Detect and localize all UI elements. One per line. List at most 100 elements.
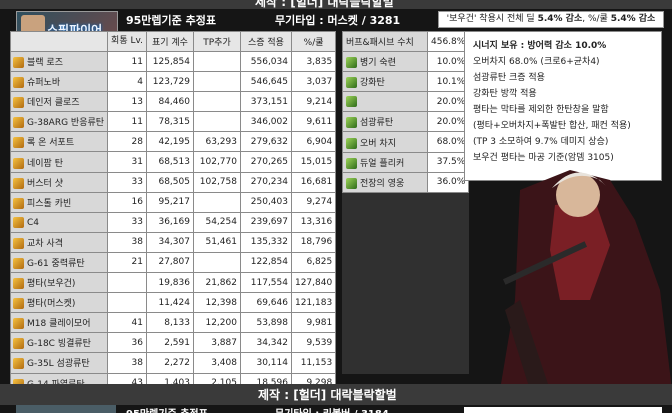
skill-name: G-61 중력류탄 — [9, 251, 109, 274]
skill-pct: 6,825 — [290, 251, 337, 274]
list-item: 병기 숙련 10.0% — [342, 51, 470, 73]
empty-row — [342, 312, 470, 334]
skill-pct: 15,015 — [290, 151, 337, 173]
skill-lv: 31 — [107, 151, 147, 173]
skill-coef: 19,836 — [145, 272, 194, 294]
buff-label: 섬광류탄 — [360, 118, 394, 129]
skill-coef: 27,807 — [145, 251, 194, 274]
skill-lv: 11 — [107, 111, 147, 133]
table-row: 데인저 클로즈 13 84,460 373,151 9,214 — [9, 91, 337, 113]
buff-name: 듀얼 플리커 — [342, 151, 428, 173]
skill-coef: 34,307 — [145, 231, 194, 253]
skill-stat: 53,898 — [239, 312, 292, 334]
footer-title: 제작 : [헐더] 대락블락할벌 — [258, 388, 397, 402]
footer-title-bar: 제작 : [헐더] 대락블락할벌 — [0, 384, 672, 405]
skill-pct: 6,904 — [290, 131, 337, 153]
skill-name: C4 — [9, 211, 109, 233]
buff-header-value: 456.8% — [426, 30, 470, 53]
buff-name: 병기 숙련 — [342, 51, 428, 73]
skill-icon — [13, 318, 24, 330]
next-info-box — [464, 407, 662, 413]
skill-stat: 279,632 — [239, 131, 292, 153]
empty-row — [342, 292, 470, 314]
skill-name: 평타(보우건) — [9, 272, 109, 294]
table-row: 평타(보우건) 19,836 21,862 117,554 127,840 — [9, 272, 337, 294]
skill-coef: 84,460 — [145, 91, 194, 113]
skill-name: 블랙 로즈 — [9, 50, 109, 73]
buff-label: 강화탄 — [360, 78, 385, 89]
blank-header — [9, 31, 109, 52]
skill-stat: 34,342 — [239, 332, 292, 354]
skill-name: G-35L 섬광류탄 — [9, 352, 109, 374]
buff-icon — [346, 157, 357, 169]
skill-table: 회통 Lv. 표기 계수 TP추가 스증 적용 %/쿨 블랙 로즈 11 125,8… — [9, 31, 337, 394]
skill-lv — [107, 292, 147, 314]
skill-label: G-61 중력류탄 — [27, 258, 85, 269]
skill-icon — [13, 117, 24, 129]
table-row: 네이팜 탄 31 68,513 102,770 270,265 15,015 — [9, 151, 337, 173]
skill-name: 데인저 클로즈 — [9, 91, 109, 113]
skill-icon — [13, 137, 24, 149]
skill-coef: 42,195 — [145, 131, 194, 153]
info-line: (평타+오버차지+폭발탄 합산, 패컨 적용) — [473, 121, 631, 131]
skill-stat: 122,854 — [239, 251, 292, 274]
table-row: 피스톨 카빈 16 95,217 250,403 9,274 — [9, 191, 337, 213]
skill-pct: 18,796 — [290, 231, 337, 253]
skill-tp: 51,461 — [192, 231, 241, 253]
skill-icon — [13, 197, 24, 209]
skill-label: 피스톨 카빈 — [27, 198, 72, 209]
skill-icon — [13, 157, 24, 169]
skill-pct: 9,539 — [290, 332, 337, 354]
skill-coef: 95,217 — [145, 191, 194, 213]
skill-coef: 78,315 — [145, 111, 194, 133]
skill-label: 데인저 클로즈 — [27, 98, 80, 109]
skill-icon — [13, 358, 24, 370]
col-lv: 회통 Lv. — [107, 31, 147, 52]
skill-coef: 2,591 — [145, 332, 194, 354]
skill-tp: 3,887 — [192, 332, 241, 354]
skill-lv: 33 — [107, 211, 147, 233]
skill-stat: 69,646 — [239, 292, 292, 314]
list-item: 20.0% — [342, 91, 470, 113]
buff-value: 20.0% — [426, 111, 470, 133]
skill-label: 록 온 서포트 — [27, 138, 75, 149]
skill-icon — [13, 177, 24, 189]
skill-tp: 102,758 — [192, 171, 241, 193]
skill-tp: 63,293 — [192, 131, 241, 153]
skill-lv: 16 — [107, 191, 147, 213]
skill-lv: 33 — [107, 171, 147, 193]
skill-icon — [13, 298, 24, 310]
next-subtitle: 95만렙기준 추정표 — [126, 405, 208, 413]
empty-row — [342, 231, 470, 254]
skill-stat: 546,645 — [239, 71, 292, 93]
estimate-subtitle: 95만렙기준 추정표 — [126, 14, 216, 27]
buff-value: 10.1% — [426, 71, 470, 93]
empty-row — [342, 352, 470, 374]
buff-icon — [346, 96, 357, 108]
buff-header-label: 버프&패시브 수치 — [342, 30, 428, 53]
skill-name: 평타(머스켓) — [9, 292, 109, 314]
table-row: 버스터 샷 33 68,505 102,758 270,234 16,681 — [9, 171, 337, 193]
table-row: 교차 사격 38 34,307 51,461 135,332 18,796 — [9, 231, 337, 253]
skill-name: M18 클레이모어 — [9, 312, 109, 334]
skill-tp: 54,254 — [192, 211, 241, 233]
skill-label: 블랙 로즈 — [27, 58, 63, 69]
skill-icon — [13, 257, 24, 269]
skill-pct: 3,037 — [290, 71, 337, 93]
empty-row — [342, 252, 470, 274]
col-tp: TP추가 — [192, 31, 241, 52]
skill-icon — [13, 338, 24, 350]
skill-name: 버스터 샷 — [9, 171, 109, 193]
skill-name: G-18C 빙결류탄 — [9, 332, 109, 354]
skill-stat: 373,151 — [239, 91, 292, 113]
skill-lv: 21 — [107, 251, 147, 274]
skill-lv: 38 — [107, 352, 147, 374]
table-row: G-35L 섬광류탄 38 2,272 3,408 30,114 11,153 — [9, 352, 337, 374]
skill-pct: 9,981 — [290, 312, 337, 334]
skill-lv: 28 — [107, 131, 147, 153]
skill-label: M18 클레이모어 — [27, 319, 91, 330]
skill-coef: 11,424 — [145, 292, 194, 314]
skill-coef: 8,133 — [145, 312, 194, 334]
skill-icon — [13, 278, 24, 290]
skill-stat: 30,114 — [239, 352, 292, 374]
